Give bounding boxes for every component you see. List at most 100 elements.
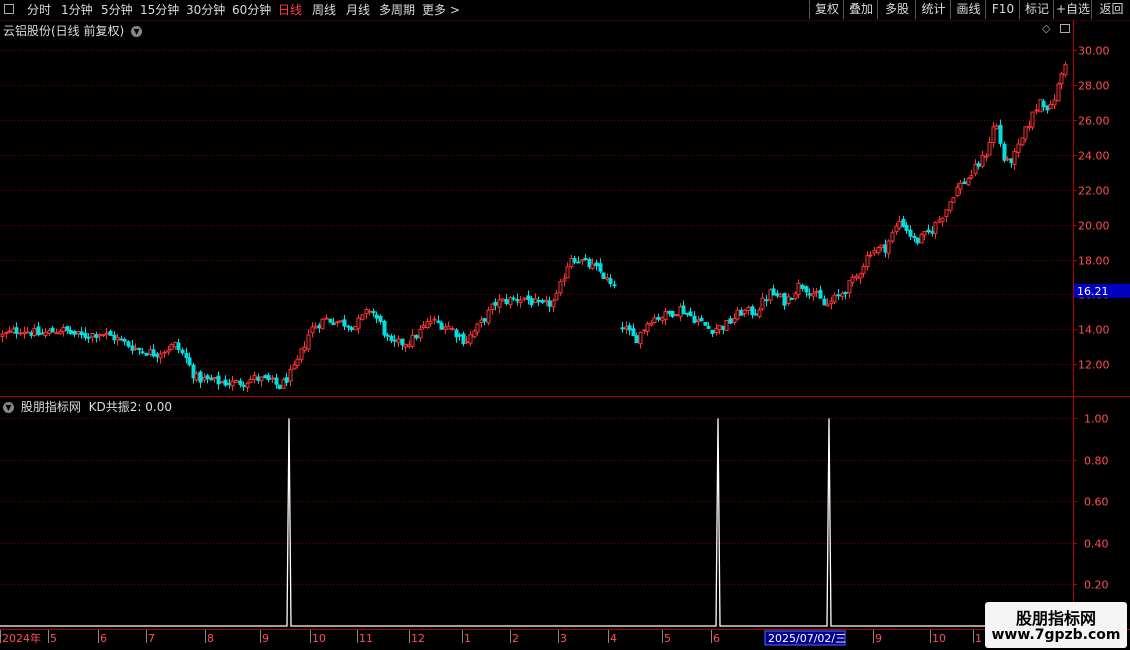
period-tab-7[interactable]: 周线 xyxy=(312,0,336,20)
toolbar-button-7[interactable]: +自选 xyxy=(1053,0,1092,19)
candle-body xyxy=(25,331,30,334)
candle-body xyxy=(68,330,73,334)
date-label: 6 xyxy=(100,632,107,645)
candle-body xyxy=(194,373,199,381)
candle-body xyxy=(908,229,913,237)
candle-body xyxy=(382,320,387,336)
candle-body xyxy=(133,347,138,350)
toolbar-button-2[interactable]: 多股 xyxy=(877,0,916,19)
price-tick-label: 24.00 xyxy=(1078,150,1110,163)
candle-body xyxy=(868,254,873,257)
candle-body xyxy=(32,327,37,337)
candle-body xyxy=(342,319,347,327)
candle-body xyxy=(248,378,253,384)
candle-body xyxy=(771,288,776,296)
candle-body xyxy=(374,314,379,319)
date-label: 1 xyxy=(464,632,471,645)
candle-body xyxy=(457,334,462,337)
date-label: 6 xyxy=(713,632,720,645)
candle-body xyxy=(922,230,927,236)
stock-title: 云铝股份(日线 前复权) ▼ xyxy=(3,22,143,39)
candle-body xyxy=(620,327,625,330)
candle-body xyxy=(410,334,415,347)
candle-body xyxy=(284,377,289,383)
candle-body xyxy=(101,334,106,337)
period-tab-4[interactable]: 30分钟 xyxy=(186,0,225,20)
candle-body xyxy=(205,375,210,380)
toolbar-button-1[interactable]: 叠加 xyxy=(843,0,878,19)
period-tab-8[interactable]: 月线 xyxy=(346,0,370,20)
toolbar-button-0[interactable]: 复权 xyxy=(809,0,844,19)
candle-body xyxy=(554,292,559,301)
period-tab-2[interactable]: 5分钟 xyxy=(101,0,133,20)
candle-body xyxy=(652,317,657,323)
candle-body xyxy=(346,325,351,328)
candle-body xyxy=(371,310,376,314)
candle-body xyxy=(421,325,426,328)
candle-body xyxy=(645,323,650,332)
cursor-date-label: 2025/07/02/三 xyxy=(768,632,846,645)
date-label: 2024年 xyxy=(2,631,41,645)
candle-body xyxy=(115,336,120,341)
candle-body xyxy=(904,224,909,231)
candle-body xyxy=(951,197,956,203)
candle-body xyxy=(969,175,974,179)
candle-body xyxy=(151,349,156,357)
candle-body xyxy=(926,229,931,233)
period-tab-6[interactable]: 日线 xyxy=(278,0,302,20)
candle-body xyxy=(266,375,271,381)
candle-body xyxy=(511,297,516,300)
period-tab-9[interactable]: 多周期 xyxy=(379,0,415,20)
date-label: 8 xyxy=(207,632,214,645)
candle-body xyxy=(703,321,708,326)
candle-body xyxy=(270,377,275,380)
period-tab-1[interactable]: 1分钟 xyxy=(61,0,93,20)
candle-body xyxy=(879,244,884,249)
indicator-tick-label: 1.00 xyxy=(1084,413,1109,426)
candle-body xyxy=(1023,126,1028,140)
indicator-title: ▼ 股朋指标网 KD共振2: 0.00 xyxy=(3,398,172,415)
indicator-tick-label: 0.80 xyxy=(1084,455,1109,468)
candle-body xyxy=(872,250,877,254)
candle-body xyxy=(259,376,264,382)
period-tab-0[interactable]: 分时 xyxy=(27,0,51,20)
candle-body xyxy=(288,368,293,382)
panel-toggle-icon[interactable] xyxy=(1060,24,1070,33)
candle-body xyxy=(475,323,480,333)
candle-body xyxy=(54,332,59,335)
toolbar-button-8[interactable]: 返回 xyxy=(1091,0,1130,19)
period-tab-10[interactable]: 更多 > xyxy=(422,0,460,20)
period-tab-3[interactable]: 15分钟 xyxy=(140,0,179,20)
candle-body xyxy=(1005,158,1010,161)
candle-body xyxy=(760,297,765,310)
price-tick-label: 30.00 xyxy=(1078,45,1110,58)
window-menu-icon[interactable] xyxy=(4,4,14,14)
candle-body xyxy=(631,328,636,337)
toolbar-button-6[interactable]: 标记 xyxy=(1019,0,1054,19)
chevron-down-icon[interactable]: ▼ xyxy=(3,402,14,413)
candle-body xyxy=(594,262,599,267)
candle-body xyxy=(1048,103,1053,110)
period-tab-5[interactable]: 60分钟 xyxy=(232,0,271,20)
price-tick-label: 28.00 xyxy=(1078,80,1110,93)
toolbar-button-5[interactable]: F10 xyxy=(985,0,1020,19)
candle-body xyxy=(436,320,441,323)
diamond-icon[interactable]: ◇ xyxy=(1042,22,1050,35)
candle-body xyxy=(984,155,989,158)
candle-body xyxy=(230,380,235,387)
candle-body xyxy=(126,341,131,347)
candle-body xyxy=(638,331,643,345)
candle-body xyxy=(241,384,246,387)
candle-body xyxy=(320,318,325,330)
candle-body xyxy=(140,351,145,354)
toolbar-button-3[interactable]: 统计 xyxy=(915,0,951,19)
chevron-down-icon[interactable]: ▼ xyxy=(131,26,143,37)
candle-body xyxy=(994,125,999,130)
candle-body xyxy=(818,289,823,299)
candle-body xyxy=(608,278,613,285)
candle-body xyxy=(598,263,603,272)
candle-body xyxy=(987,141,992,156)
candle-body xyxy=(836,294,841,297)
toolbar-button-4[interactable]: 画线 xyxy=(950,0,986,19)
candle-body xyxy=(4,332,9,335)
